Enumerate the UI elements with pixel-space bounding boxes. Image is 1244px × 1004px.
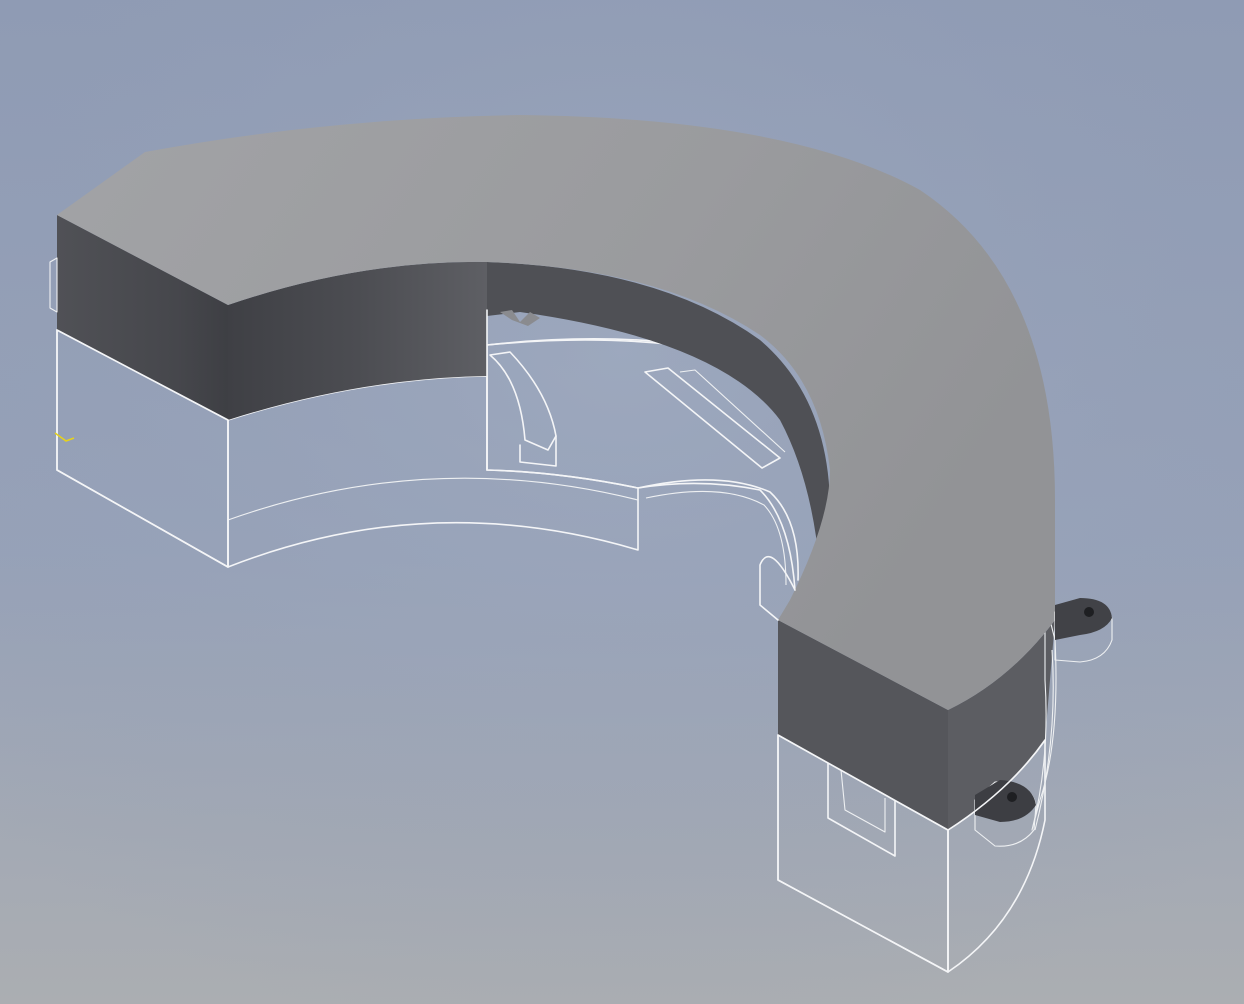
mounting-hole-upper [1084,607,1094,617]
mounting-hole-lower [1007,792,1017,802]
cad-3d-viewport[interactable] [0,0,1244,1004]
